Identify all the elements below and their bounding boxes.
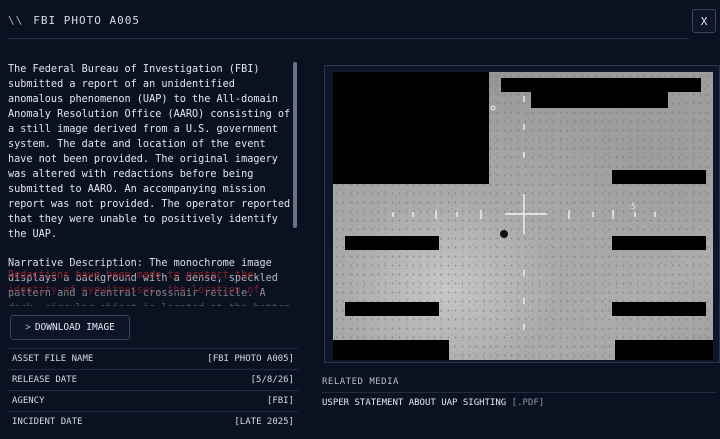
download-image-button[interactable]: > DOWNLOAD IMAGE <box>10 315 130 340</box>
metadata-value: [FBI] <box>266 396 294 406</box>
metadata-value: [FBI PHOTO A005] <box>207 354 294 364</box>
description-scrollbar[interactable] <box>293 62 297 228</box>
image-viewer[interactable]: 5 <box>324 65 720 363</box>
metadata-row: RELEASE DATE [5/8/26] <box>8 369 298 390</box>
header-divider <box>8 38 688 39</box>
related-media-link[interactable]: USPER STATEMENT ABOUT UAP SIGHTING [.PDF… <box>322 398 544 408</box>
related-media-ext: [.PDF] <box>511 398 545 408</box>
metadata-table: ASSET FILE NAME [FBI PHOTO A005] RELEASE… <box>8 348 298 432</box>
metadata-value: [LATE 2025] <box>234 417 294 427</box>
crosshair-reticle: 5 <box>392 96 656 330</box>
description-paragraph-1: The Federal Bureau of Investigation (FBI… <box>8 64 291 240</box>
metadata-label: ASSET FILE NAME <box>12 354 94 364</box>
reticle-marker-label: 5 <box>631 202 636 211</box>
metadata-label: RELEASE DATE <box>12 375 78 385</box>
breadcrumb-slashes: \\ <box>8 14 24 27</box>
related-media-heading: RELATED MEDIA <box>322 377 399 387</box>
header-title: \\ FBI PHOTO A005 <box>8 14 140 27</box>
close-button[interactable]: X <box>692 9 716 33</box>
related-divider <box>322 392 716 393</box>
metadata-label: AGENCY <box>12 396 45 406</box>
metadata-value: [5/8/26] <box>250 375 294 385</box>
uap-object <box>500 230 508 238</box>
chevron-right-icon: > <box>25 322 31 333</box>
metadata-row: INCIDENT DATE [LATE 2025] <box>8 411 298 432</box>
metadata-row: AGENCY [FBI] <box>8 390 298 411</box>
download-button-label: DOWNLOAD IMAGE <box>34 322 115 333</box>
close-icon: X <box>700 14 708 28</box>
related-media-title: USPER STATEMENT ABOUT UAP SIGHTING <box>322 398 507 408</box>
uap-photo: 5 <box>333 72 713 360</box>
metadata-row: ASSET FILE NAME [FBI PHOTO A005] <box>8 348 298 369</box>
page-title: FBI PHOTO A005 <box>33 14 140 27</box>
metadata-label: INCIDENT DATE <box>12 417 83 427</box>
redaction-note: Redactions have been made to protect the… <box>8 270 260 296</box>
